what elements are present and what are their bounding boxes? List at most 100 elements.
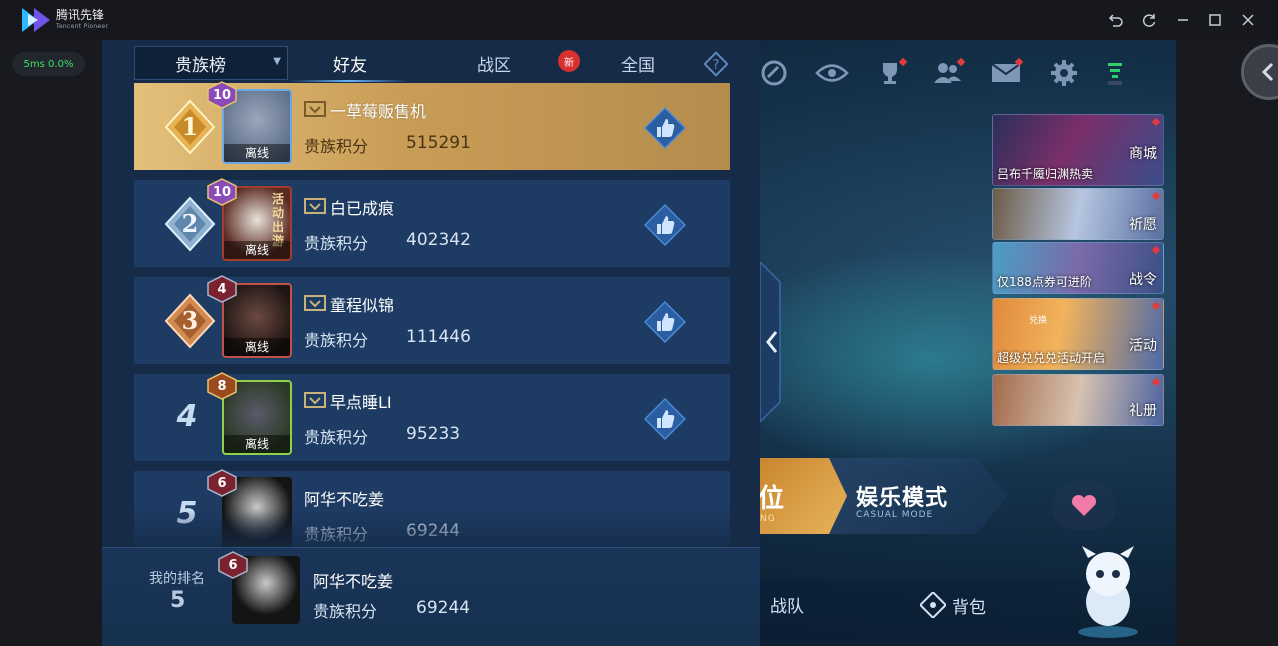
tab-national[interactable]: 全国 (580, 46, 696, 80)
promo-label: 祈愿 (1129, 217, 1157, 233)
offline-label: 离线 (224, 144, 290, 162)
minimize-icon[interactable] (1171, 8, 1195, 32)
app-name: 腾讯先锋 (56, 8, 105, 22)
trophy-icon[interactable] (868, 55, 912, 91)
app-subtitle: Tencent Pioneer (56, 23, 109, 30)
game-top-icon-bar (752, 55, 1130, 91)
level-badge: 10 (206, 81, 238, 109)
notification-dot (1151, 245, 1161, 255)
ranked-mode-sub: NG (760, 514, 776, 524)
player-name: 白已成痕 (330, 199, 395, 218)
tab-region[interactable]: 战区 (434, 46, 554, 80)
promo-caption: 吕布千魇归渊热卖 (997, 167, 1094, 181)
new-badge: 新 (558, 50, 580, 72)
eye-icon[interactable] (810, 55, 854, 91)
level-badge: 4 (206, 275, 238, 303)
promo-activity[interactable]: 超级兑兑兑活动开启 兑换 活动 (992, 298, 1164, 370)
tab-label: 战区 (477, 55, 511, 76)
heart-button[interactable] (1052, 482, 1116, 530)
leaderboard-row[interactable]: 2 活动出游 离线 10 白已成痕 贵族积分 402342 (134, 178, 730, 267)
notification-dot (1151, 377, 1161, 387)
emulator-left-strip (0, 40, 102, 646)
level-badge: 10 (206, 178, 238, 206)
player-name: 阿华不吃姜 (304, 490, 385, 509)
level-badge: 6 (206, 469, 238, 497)
score-label: 贵族积分 (304, 234, 369, 253)
my-score-label: 贵族积分 (313, 602, 378, 621)
notification-dot (1151, 301, 1161, 311)
backpack-button[interactable]: 背包 (920, 592, 986, 618)
backpack-icon (920, 592, 946, 618)
like-thumb-icon[interactable] (644, 301, 686, 343)
like-thumb-icon[interactable] (644, 204, 686, 246)
player-name: 童程似锦 (330, 296, 395, 315)
avatar-frame-tag: 活动出游 (272, 192, 285, 248)
my-player-name: 阿华不吃姜 (313, 572, 394, 591)
noble-frame-icon (304, 198, 326, 214)
promo-label: 商城 (1129, 146, 1157, 162)
level-badge: 6 (217, 551, 249, 579)
score-value: 515291 (406, 133, 471, 153)
level-badge: 8 (206, 372, 238, 400)
score-value: 111446 (406, 327, 471, 347)
svg-text:1: 1 (182, 112, 199, 141)
promo-label: 战令 (1129, 272, 1157, 288)
settings-gear-icon[interactable] (1042, 55, 1086, 91)
undo-icon[interactable] (1104, 8, 1128, 32)
player-name: 早点睡LI (330, 393, 392, 412)
close-icon[interactable] (1236, 8, 1260, 32)
tab-friends[interactable]: 好友 (292, 46, 408, 80)
promo-gift-book[interactable]: 礼册 (992, 374, 1164, 426)
noble-frame-icon (304, 101, 326, 117)
tab-label: 好友 (333, 55, 367, 76)
team-button[interactable]: 战队 (770, 592, 804, 617)
notification-dot (1151, 117, 1161, 127)
ranked-mode-label: 位 (758, 484, 785, 514)
svg-text:2: 2 (182, 209, 199, 238)
svg-text:?: ? (713, 58, 720, 73)
backpack-label: 背包 (952, 597, 986, 618)
leaderboard-panel: 贵族榜 ▼ 好友 战区 新 全国 ? 1 离线 10 一草莓贩售机 贵族积分 5… (102, 40, 760, 646)
leaderboard-row[interactable]: 4 离线 8 早点睡LI 贵族积分 95233 (134, 372, 730, 461)
maximize-icon[interactable] (1203, 8, 1227, 32)
my-rank-title: 我的排名 (149, 571, 205, 587)
refresh-icon[interactable] (1137, 8, 1161, 32)
leaderboard-tabs: 贵族榜 ▼ 好友 战区 新 全国 ? (134, 46, 730, 82)
leaderboard-row[interactable]: 1 离线 10 一草莓贩售机 贵族积分 515291 (134, 81, 730, 170)
chevron-down-icon: ▼ (273, 56, 281, 67)
mascot-pet-icon[interactable] (1068, 540, 1148, 640)
offline-label: 离线 (224, 435, 290, 453)
emulator-titlebar: 腾讯先锋 Tencent Pioneer (0, 0, 1278, 40)
my-rank-number: 5 (170, 588, 186, 613)
score-label: 贵族积分 (304, 331, 369, 350)
casual-mode-label[interactable]: 娱乐模式 (856, 480, 948, 512)
leaderboard-row[interactable]: 3 离线 4 童程似锦 贵族积分 111446 (134, 275, 730, 364)
app-logo-icon (22, 8, 50, 32)
promo-battle-pass[interactable]: 仅188点券可进阶 战令 (992, 242, 1164, 294)
casual-mode-sub: CASUAL MODE (856, 510, 934, 520)
promo-shop[interactable]: 吕布千魇归渊热卖 商城 (992, 114, 1164, 186)
friends-icon[interactable] (926, 55, 970, 91)
collapse-panel-button[interactable] (760, 262, 794, 422)
score-label: 贵族积分 (304, 428, 369, 447)
promo-caption: 仅188点券可进阶 (997, 275, 1092, 289)
like-thumb-icon[interactable] (644, 107, 686, 149)
heart-icon (1071, 494, 1097, 516)
mail-icon[interactable] (984, 55, 1028, 91)
my-score-value: 69244 (416, 598, 471, 618)
promo-column: 吕布千魇归渊热卖 商城 祈愿 仅188点券可进阶 战令 超级兑兑兑活动开启 兑换… (992, 114, 1164, 428)
noble-frame-icon (304, 392, 326, 408)
promo-caption: 超级兑兑兑活动开启 (997, 351, 1106, 365)
svg-text:3: 3 (182, 306, 199, 335)
dropdown-value: 贵族榜 (175, 55, 226, 76)
help-icon[interactable]: ? (702, 50, 730, 78)
leaderboard-type-dropdown[interactable]: 贵族榜 ▼ (134, 46, 288, 80)
rank-number: 4 (176, 398, 198, 434)
promo-label: 礼册 (1129, 403, 1157, 419)
offline-label: 离线 (224, 241, 290, 259)
score-label: 贵族积分 (304, 137, 369, 156)
player-name: 一草莓贩售机 (330, 102, 427, 121)
promo-wish[interactable]: 祈愿 (992, 188, 1164, 240)
active-tab-indicator (289, 80, 409, 82)
like-thumb-icon[interactable] (644, 398, 686, 440)
